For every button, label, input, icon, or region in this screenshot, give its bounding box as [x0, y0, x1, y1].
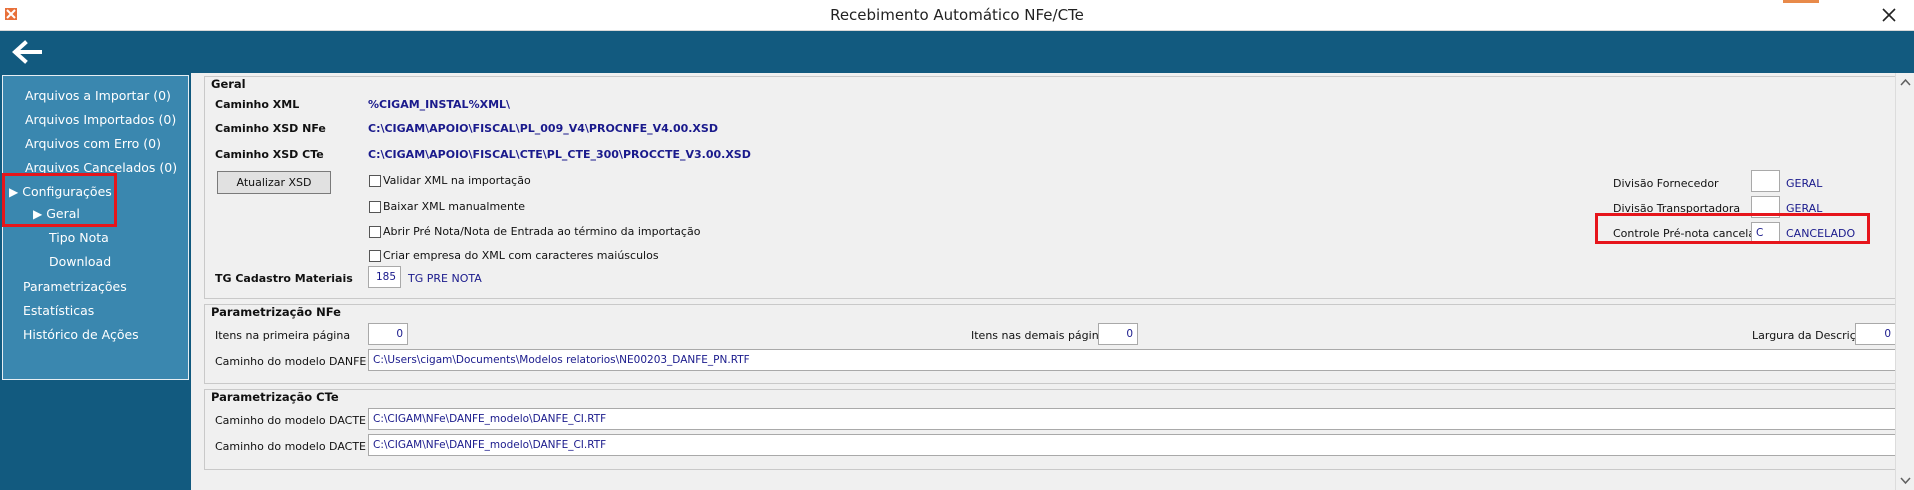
window-title: Recebimento Automático NFe/CTe: [830, 6, 1084, 24]
sidebar-item-estatisticas[interactable]: Estatísticas: [23, 303, 94, 318]
sidebar-item-arquivos-a-importar[interactable]: Arquivos a Importar (0): [25, 88, 171, 103]
caminho-dacte-os-label: Caminho do modelo DACTE OS: [215, 440, 386, 453]
sidebar: Arquivos a Importar (0) Arquivos Importa…: [0, 73, 191, 490]
scroll-up-icon[interactable]: [1900, 77, 1911, 88]
vertical-scrollbar[interactable]: [1895, 73, 1914, 490]
itens-primeira-pagina-input[interactable]: 0: [368, 323, 408, 345]
divisao-fornecedor-input[interactable]: [1751, 170, 1780, 192]
sidebar-item-tipo-nota[interactable]: Tipo Nota: [49, 230, 109, 245]
caminho-dacte-os-input[interactable]: C:\CIGAM\NFe\DANFE_modelo\DANFE_CI.RTF: [368, 434, 1898, 456]
caminho-danfe-label: Caminho do modelo DANFE: [215, 355, 367, 368]
sidebar-item-download[interactable]: Download: [49, 254, 111, 269]
group-title-nfe: Parametrização NFe: [211, 305, 341, 319]
caminho-xsd-cte-label: Caminho XSD CTe: [215, 148, 324, 161]
title-bar: Recebimento Automático NFe/CTe: [0, 0, 1914, 31]
caminho-xml-label: Caminho XML: [215, 98, 300, 111]
back-arrow-icon[interactable]: [10, 39, 44, 65]
group-parametrizacao-cte: Parametrização CTe Caminho do modelo DAC…: [204, 389, 1908, 470]
caminho-xsd-nfe-value[interactable]: C:\CIGAM\APOIO\FISCAL\PL_009_V4\PROCNFE_…: [368, 122, 718, 135]
tg-cadastro-materiais-desc: TG PRE NOTA: [408, 272, 482, 285]
itens-primeira-pagina-label: Itens na primeira página: [215, 329, 351, 342]
minimize-hint: [1783, 0, 1819, 3]
toolbar: [0, 31, 1914, 73]
close-icon[interactable]: [1880, 6, 1898, 24]
scroll-down-icon[interactable]: [1900, 475, 1911, 486]
caminho-xsd-cte-value[interactable]: C:\CIGAM\APOIO\FISCAL\CTE\PL_CTE_300\PRO…: [368, 148, 751, 161]
navigation-tree: Arquivos a Importar (0) Arquivos Importa…: [2, 75, 189, 380]
checkbox-criar-empresa-label: Criar empresa do XML com caracteres maiú…: [383, 249, 659, 262]
highlight-box-controle: [1595, 213, 1870, 244]
largura-descricao-input[interactable]: 0: [1855, 323, 1896, 345]
group-title-cte: Parametrização CTe: [211, 390, 339, 404]
largura-descricao-label: Largura da Descrição: [1752, 329, 1870, 342]
checkbox-baixar-xml-label: Baixar XML manualmente: [383, 200, 525, 213]
group-parametrizacao-nfe: Parametrização NFe Itens na primeira pág…: [204, 304, 1908, 384]
caminho-xsd-nfe-label: Caminho XSD NFe: [215, 122, 326, 135]
atualizar-xsd-button[interactable]: Atualizar XSD: [217, 171, 331, 194]
divisao-fornecedor-desc: GERAL: [1786, 177, 1823, 190]
checkbox-validar-xml-label: Validar XML na importação: [383, 174, 531, 187]
group-geral: Geral Caminho XML %CIGAM_INSTAL%XML\ Cam…: [204, 76, 1908, 299]
group-title-geral: Geral: [211, 77, 246, 91]
sidebar-item-arquivos-importados[interactable]: Arquivos Importados (0): [25, 112, 176, 127]
sidebar-item-parametrizacoes[interactable]: Parametrizações: [23, 279, 127, 294]
itens-demais-paginas-label: Itens nas demais páginas: [971, 329, 1112, 342]
itens-demais-paginas-input[interactable]: 0: [1098, 323, 1138, 345]
checkbox-abrir-pre-nota[interactable]: [369, 226, 381, 238]
checkbox-abrir-pre-nota-label: Abrir Pré Nota/Nota de Entrada ao términ…: [383, 225, 701, 238]
divisao-fornecedor-label: Divisão Fornecedor: [1613, 177, 1719, 190]
tg-cadastro-materiais-label: TG Cadastro Materiais: [215, 272, 353, 285]
checkbox-criar-empresa[interactable]: [369, 250, 381, 262]
caminho-dacte-label: Caminho do modelo DACTE: [215, 414, 367, 427]
main-content: Geral Caminho XML %CIGAM_INSTAL%XML\ Cam…: [191, 73, 1914, 490]
checkbox-validar-xml[interactable]: [369, 175, 381, 187]
caminho-dacte-input[interactable]: C:\CIGAM\NFe\DANFE_modelo\DANFE_CI.RTF: [368, 408, 1898, 430]
caminho-danfe-input[interactable]: C:\Users\cigam\Documents\Modelos relator…: [368, 349, 1898, 371]
tg-cadastro-materiais-input[interactable]: 185: [368, 266, 401, 288]
caminho-xml-value[interactable]: %CIGAM_INSTAL%XML\: [368, 98, 510, 111]
checkbox-baixar-xml[interactable]: [369, 201, 381, 213]
sidebar-item-historico-de-acoes[interactable]: Histórico de Ações: [23, 327, 139, 342]
highlight-box-configuracoes: [2, 173, 117, 227]
sidebar-item-arquivos-com-erro[interactable]: Arquivos com Erro (0): [25, 136, 161, 151]
